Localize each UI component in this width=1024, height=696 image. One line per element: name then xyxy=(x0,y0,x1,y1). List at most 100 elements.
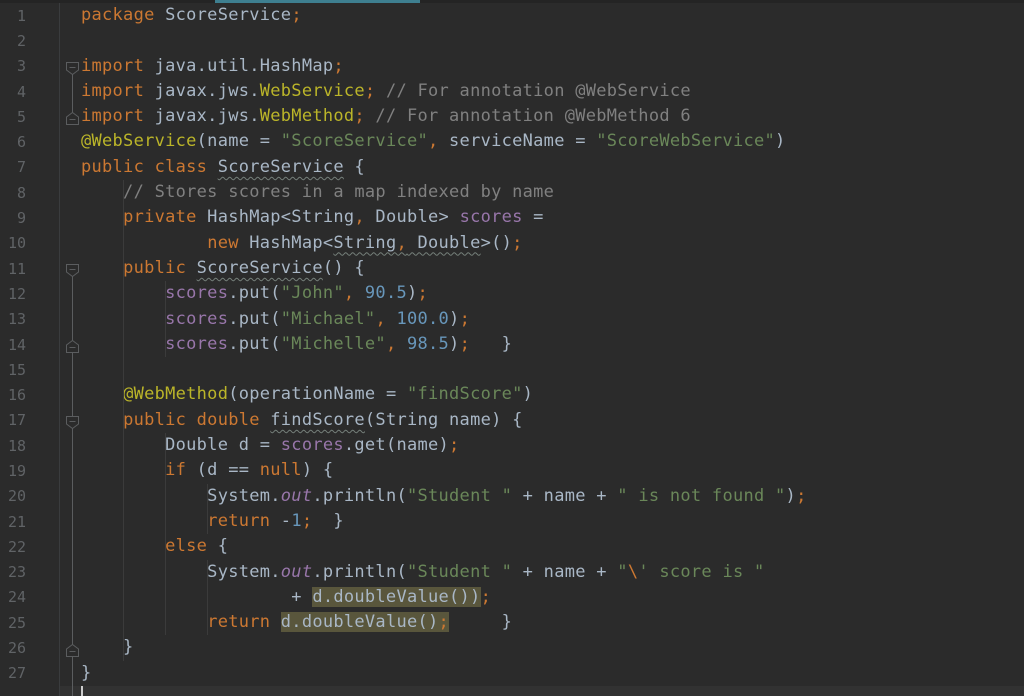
code-text[interactable]: new HashMap<String, Double>(); xyxy=(81,231,523,256)
code-text[interactable]: scores.put("Michelle", 98.5); } xyxy=(81,332,512,357)
code-token xyxy=(81,283,165,303)
code-token: .put( xyxy=(228,309,281,329)
code-line[interactable]: 4 import javax.jws.WebService; // For ann… xyxy=(0,79,1024,104)
code-line[interactable]: 6 @WebService(name = "ScoreService", serv… xyxy=(0,129,1024,154)
code-text[interactable]: if (d == null) { xyxy=(81,458,333,483)
code-text[interactable]: import javax.jws.WebService; // For anno… xyxy=(81,79,691,104)
code-text[interactable]: import java.util.HashMap; xyxy=(81,54,344,79)
code-line[interactable]: 7 public class ScoreService { xyxy=(0,155,1024,180)
line-number[interactable]: 15 xyxy=(0,361,26,379)
code-text[interactable]: public class ScoreService { xyxy=(81,155,365,180)
code-token: ) xyxy=(449,334,460,354)
code-line[interactable]: 16 @WebMethod(operationName = "findScore… xyxy=(0,382,1024,407)
code-line[interactable]: 26 } xyxy=(0,635,1024,660)
code-text[interactable]: System.out.println("Student " + name + "… xyxy=(81,484,807,509)
code-token: ; xyxy=(291,5,302,25)
code-token: , xyxy=(375,309,386,329)
fold-end-icon[interactable] xyxy=(66,642,79,655)
code-text[interactable]: package ScoreService; xyxy=(81,3,302,28)
line-number[interactable]: 13 xyxy=(0,310,26,328)
line-number[interactable]: 23 xyxy=(0,563,26,581)
code-token: ; xyxy=(796,486,807,506)
line-number[interactable]: 7 xyxy=(0,158,26,176)
code-area[interactable]: 1package ScoreService;23import java.util… xyxy=(0,3,1024,686)
code-line[interactable]: 8 // Stores scores in a map indexed by n… xyxy=(0,180,1024,205)
line-number[interactable]: 19 xyxy=(0,462,26,480)
code-line[interactable]: 21 return -1; } xyxy=(0,509,1024,534)
code-line[interactable]: 3 import java.util.HashMap; xyxy=(0,54,1024,79)
line-number[interactable]: 18 xyxy=(0,437,26,455)
code-editor[interactable]: 1package ScoreService;23import java.util… xyxy=(0,0,1024,696)
code-text[interactable]: // Stores scores in a map indexed by nam… xyxy=(81,180,554,205)
code-token: , xyxy=(344,283,355,303)
code-text[interactable]: scores.put("John", 90.5); xyxy=(81,281,428,306)
code-text[interactable]: + d.doubleValue()); xyxy=(81,585,491,610)
code-text[interactable]: System.out.println("Student " + name + "… xyxy=(81,560,765,585)
code-line[interactable]: 1 package ScoreService; xyxy=(0,3,1024,28)
code-line[interactable]: 10 new HashMap<String, Double>(); xyxy=(0,231,1024,256)
code-text[interactable]: else { xyxy=(81,534,228,559)
fold-end-icon[interactable] xyxy=(66,110,79,123)
code-text[interactable]: public double findScore(String name) { xyxy=(81,408,523,433)
line-number[interactable]: 3 xyxy=(0,57,26,75)
code-text[interactable]: } xyxy=(81,661,92,686)
code-line[interactable]: 9 private HashMap<String, Double> scores… xyxy=(0,205,1024,230)
line-number[interactable]: 21 xyxy=(0,513,26,531)
code-line[interactable]: 25 return d.doubleValue(); } xyxy=(0,610,1024,635)
code-line[interactable]: 11 public ScoreService() { xyxy=(0,256,1024,281)
code-text[interactable]: private HashMap<String, Double> scores = xyxy=(81,205,544,230)
line-number[interactable]: 17 xyxy=(0,411,26,429)
code-line[interactable]: 23 System.out.println("Student " + name … xyxy=(0,560,1024,585)
line-number[interactable]: 6 xyxy=(0,133,26,151)
line-number[interactable]: 14 xyxy=(0,336,26,354)
fold-collapse-icon[interactable] xyxy=(66,414,79,427)
line-number[interactable]: 24 xyxy=(0,588,26,606)
line-number[interactable]: 11 xyxy=(0,260,26,278)
code-line[interactable]: 12 scores.put("John", 90.5); xyxy=(0,281,1024,306)
line-number[interactable]: 16 xyxy=(0,386,26,404)
code-line[interactable]: 18 Double d = scores.get(name); xyxy=(0,433,1024,458)
line-number[interactable]: 4 xyxy=(0,83,26,101)
code-line[interactable]: 19 if (d == null) { xyxy=(0,458,1024,483)
code-line[interactable]: 24 + d.doubleValue()); xyxy=(0,585,1024,610)
code-line[interactable]: 5 import javax.jws.WebMethod; // For anno… xyxy=(0,104,1024,129)
code-line[interactable]: 17 public double findScore(String name) … xyxy=(0,408,1024,433)
code-line[interactable]: 15 xyxy=(0,357,1024,382)
line-number[interactable]: 10 xyxy=(0,234,26,252)
code-text[interactable]: scores.put("Michael", 100.0); xyxy=(81,307,470,332)
line-number[interactable]: 8 xyxy=(0,184,26,202)
line-number[interactable]: 22 xyxy=(0,538,26,556)
fold-end-icon[interactable] xyxy=(66,338,79,351)
line-number[interactable]: 1 xyxy=(0,7,26,25)
code-line[interactable]: 20 System.out.println("Student " + name … xyxy=(0,484,1024,509)
code-token: return xyxy=(207,612,270,632)
line-number[interactable]: 25 xyxy=(0,614,26,632)
line-number[interactable]: 2 xyxy=(0,32,26,50)
fold-collapse-icon[interactable] xyxy=(66,60,79,73)
line-number[interactable]: 12 xyxy=(0,285,26,303)
code-text[interactable]: return -1; } xyxy=(81,509,344,534)
line-number[interactable]: 9 xyxy=(0,209,26,227)
code-token: } xyxy=(81,637,134,657)
code-line[interactable]: 14 scores.put("Michelle", 98.5); } xyxy=(0,332,1024,357)
code-token: ) xyxy=(775,131,786,151)
code-line[interactable]: 27} xyxy=(0,661,1024,686)
code-text[interactable]: public ScoreService() { xyxy=(81,256,365,281)
code-token: javax.jws. xyxy=(144,106,260,126)
code-text[interactable]: } xyxy=(81,635,134,660)
code-line[interactable]: 13 scores.put("Michael", 100.0); xyxy=(0,307,1024,332)
code-text[interactable]: Double d = scores.get(name); xyxy=(81,433,460,458)
code-token: ; xyxy=(354,106,365,126)
code-text[interactable]: return d.doubleValue(); } xyxy=(81,610,512,635)
code-text[interactable]: @WebMethod(operationName = "findScore") xyxy=(81,382,533,407)
code-text[interactable]: @WebService(name = "ScoreService", servi… xyxy=(81,129,786,154)
code-line[interactable]: 22 else { xyxy=(0,534,1024,559)
line-number[interactable]: 26 xyxy=(0,639,26,657)
line-number[interactable]: 27 xyxy=(0,664,26,682)
code-text[interactable]: import javax.jws.WebMethod; // For annot… xyxy=(81,104,691,129)
code-line[interactable]: 2 xyxy=(0,28,1024,53)
line-number[interactable]: 20 xyxy=(0,487,26,505)
code-token: // Stores scores in a map indexed by nam… xyxy=(81,182,554,202)
line-number[interactable]: 5 xyxy=(0,108,26,126)
fold-collapse-icon[interactable] xyxy=(66,262,79,275)
